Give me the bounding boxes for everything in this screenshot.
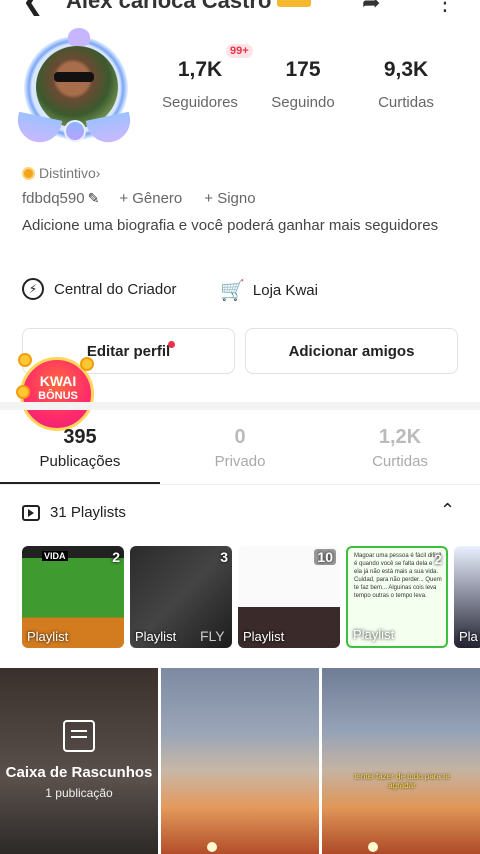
playlist-card[interactable]: FLY 3 Playlist (130, 546, 232, 648)
lightning-icon: ⚡ (22, 278, 44, 300)
kwai-bonus-line1: KWAI (39, 373, 77, 389)
kwai-shop-link[interactable]: 🛒 Loja Kwai (220, 278, 318, 303)
drafts-count: 1 publicação (45, 786, 113, 800)
tab-likes[interactable]: 1,2K Curtidas (320, 426, 480, 470)
drafts-overlay (0, 668, 158, 854)
stat-likes[interactable]: 9,3K Curtidas (351, 58, 461, 111)
tab-private[interactable]: 0 Privado (160, 426, 320, 470)
tab-label: Curtidas (372, 453, 428, 470)
coin-icon (18, 353, 32, 367)
bio-text[interactable]: Adicione uma biografia e você poderá gan… (22, 216, 462, 235)
more-options-icon[interactable]: ⋮ (434, 0, 456, 16)
section-divider (0, 402, 480, 410)
playlist-label: Playlist (135, 629, 177, 644)
playlist-label: Playlist (27, 629, 69, 644)
tab-count: 395 (63, 426, 97, 448)
playlist-thumb-text: Magoar uma pessoa é fácil difícil é quan… (354, 553, 442, 599)
add-gender-link[interactable]: + Gênero (119, 190, 182, 207)
stat-value: 1,7K (177, 58, 223, 81)
playlist-count: 10 (314, 549, 336, 565)
tab-count: 1,2K (378, 426, 422, 448)
profile-id-row: fdbdq590 ✎ + Gênero + Signo (22, 190, 256, 207)
video-caption: tentei fazer de tudo para te agradar (354, 772, 450, 790)
video-thumbnail[interactable] (161, 668, 319, 854)
avatar[interactable] (13, 28, 135, 147)
add-friends-button[interactable]: Adicionar amigos (245, 328, 458, 374)
playlist-card[interactable]: 10 Playlist (238, 546, 340, 648)
crown-icon (68, 28, 90, 46)
playlist-thumb-text: VIDA (42, 551, 68, 561)
coin-icon (80, 357, 94, 371)
stat-following[interactable]: 175 Seguindo (248, 58, 358, 111)
avatar-glasses (54, 72, 94, 82)
tab-publications[interactable]: 395 Publicações (0, 426, 160, 470)
playlist-count: 2 (434, 551, 442, 567)
cart-icon: 🛒 (220, 280, 245, 302)
playlist-card[interactable]: Magoar uma pessoa é fácil difícil é quan… (346, 546, 448, 648)
tab-count: 0 (234, 426, 246, 448)
drafts-title: Caixa de Rascunhos (5, 764, 153, 781)
stat-followers[interactable]: 1,7K Seguidores (145, 58, 255, 111)
profile-name: Alex carioca Castro (66, 0, 312, 14)
kwai-bonus-line2: BÔNUS (38, 390, 78, 402)
chevron-right-icon: › (95, 165, 101, 181)
playlist-thumb-text: FLY (200, 628, 225, 644)
name-badge-icon (277, 0, 312, 8)
notification-badge: 99+ (226, 44, 253, 58)
distintivo-icon (22, 166, 35, 180)
playlist-icon (22, 504, 40, 521)
playlists-header[interactable]: 31 Playlists (22, 504, 126, 521)
share-icon[interactable]: ➦ (362, 0, 380, 16)
tab-divider (0, 484, 480, 485)
playlist-label: Pla (459, 629, 478, 644)
playlist-label: Playlist (243, 629, 285, 644)
tab-label: Privado (214, 453, 266, 470)
edit-pencil-icon[interactable]: ✎ (88, 190, 100, 207)
playlist-label: Playlist (353, 627, 395, 642)
playlist-count: 2 (112, 549, 120, 565)
playlist-count: 3 (220, 549, 228, 565)
user-id: fdbdq590 (22, 190, 85, 207)
creator-center-label: Central do Criador (54, 280, 177, 298)
video-thumbnail[interactable]: tentei fazer de tudo para te agradar (322, 668, 480, 854)
stat-value: 175 (285, 58, 321, 81)
kwai-bonus-button[interactable]: KWAI BÔNUS (16, 353, 98, 431)
gem-icon (64, 120, 86, 142)
playlist-card[interactable]: VIDA 2 Playlist (22, 546, 124, 648)
red-dot-indicator (168, 341, 175, 348)
top-bar: ❮ Alex carioca Castro ➦ ⋮ (0, 0, 480, 16)
sun-light (207, 842, 217, 852)
chevron-up-icon[interactable]: ⌃ (440, 500, 455, 521)
kwai-shop-label: Loja Kwai (252, 282, 318, 299)
stat-label: Seguidores (162, 94, 238, 111)
sun-light (368, 842, 378, 852)
tab-label: Publicações (39, 453, 121, 470)
stat-value: 9,3K (383, 58, 429, 81)
drafts-tile[interactable]: Caixa de Rascunhos 1 publicação (0, 668, 158, 854)
playlists-title: 31 Playlists (50, 504, 126, 521)
stat-label: Seguindo (271, 94, 335, 111)
creator-center-link[interactable]: ⚡ Central do Criador (22, 278, 177, 300)
add-sign-link[interactable]: + Signo (204, 190, 255, 207)
stat-label: Curtidas (378, 94, 434, 111)
distintivo-link[interactable]: Distintivo › (22, 165, 100, 181)
add-friends-label: Adicionar amigos (288, 342, 415, 360)
drafts-inbox-icon (63, 720, 95, 752)
distintivo-label: Distintivo (39, 165, 96, 181)
edit-profile-label: Editar perfil (86, 342, 171, 360)
back-arrow-icon[interactable]: ❮ (22, 0, 44, 16)
playlist-card[interactable]: Pla (454, 546, 480, 648)
